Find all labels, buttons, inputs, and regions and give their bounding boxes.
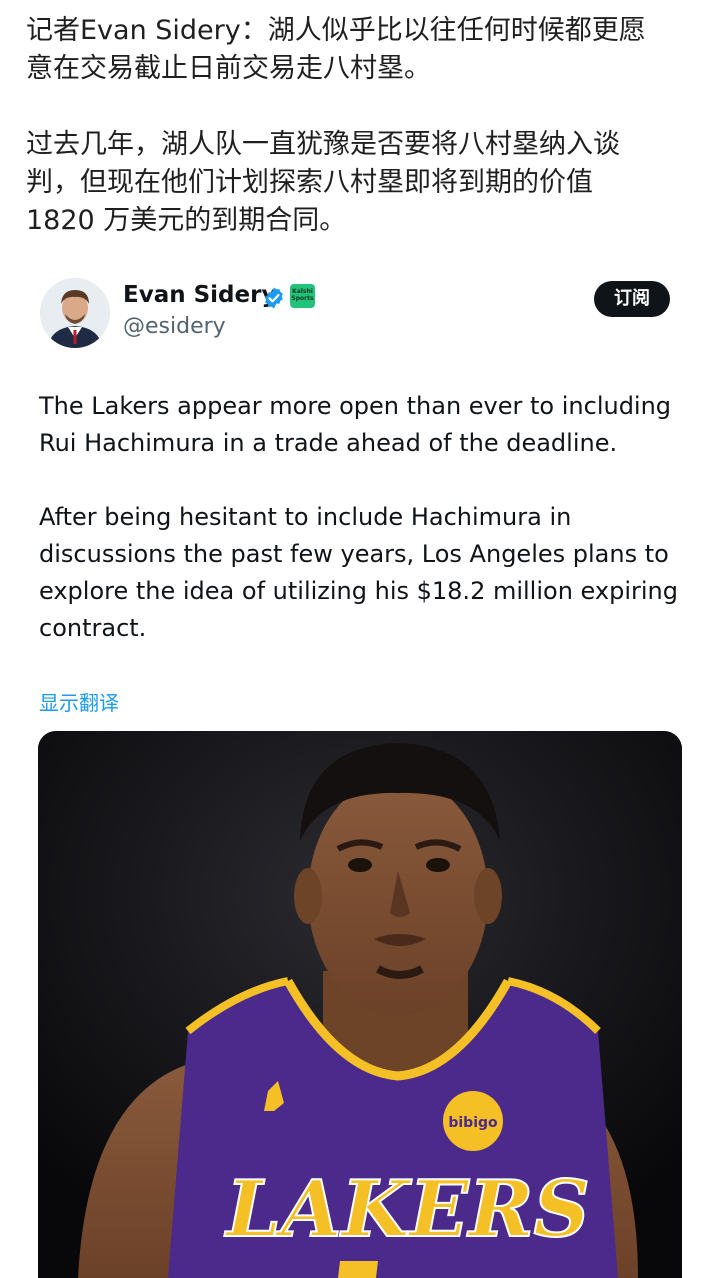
show-translation-link[interactable]: 显示翻译 xyxy=(39,687,119,716)
player-photo: bibigo LAKERS xyxy=(38,731,682,1278)
post-line: 意在交易截止日前交易走八村塁。 xyxy=(26,53,431,84)
tweet-paragraph: After being hesitant to include Hachimur… xyxy=(39,503,678,642)
sponsor-patch: bibigo xyxy=(448,1115,498,1131)
post-line: 1820 万美元的到期合同。 xyxy=(26,205,347,236)
post-line: 记者Evan Sidery：湖人似乎比以往任何时候都更愿 xyxy=(26,15,646,46)
avatar[interactable] xyxy=(40,278,110,348)
verified-badge-icon xyxy=(265,287,283,309)
jersey-wordmark: LAKERS xyxy=(224,1164,590,1255)
tweet-paragraph: The Lakers appear more open than ever to… xyxy=(39,392,672,457)
post-line: 判，但现在他们计划探索八村塁即将到期的价值 xyxy=(26,167,593,198)
author-name[interactable]: Evan Sidery xyxy=(123,282,276,308)
affiliation-badge-icon: Kalshi Sports xyxy=(290,284,315,308)
post-line: 过去几年，湖人队一直犹豫是否要将八村塁纳入谈 xyxy=(26,129,620,160)
subscribe-button[interactable]: 订阅 xyxy=(594,281,670,317)
tweet-body: The Lakers appear more open than ever to… xyxy=(39,388,689,647)
handle[interactable]: @esidery xyxy=(123,314,226,339)
tweet-card: Evan Sidery Kalshi Sports @esidery 订阅 Th… xyxy=(0,270,720,1278)
avatar-image xyxy=(40,278,110,348)
tweet-media-photo[interactable]: bibigo LAKERS xyxy=(38,731,682,1278)
post-text: 记者Evan Sidery：湖人似乎比以往任何时候都更愿 意在交易截止日前交易走… xyxy=(26,12,696,240)
